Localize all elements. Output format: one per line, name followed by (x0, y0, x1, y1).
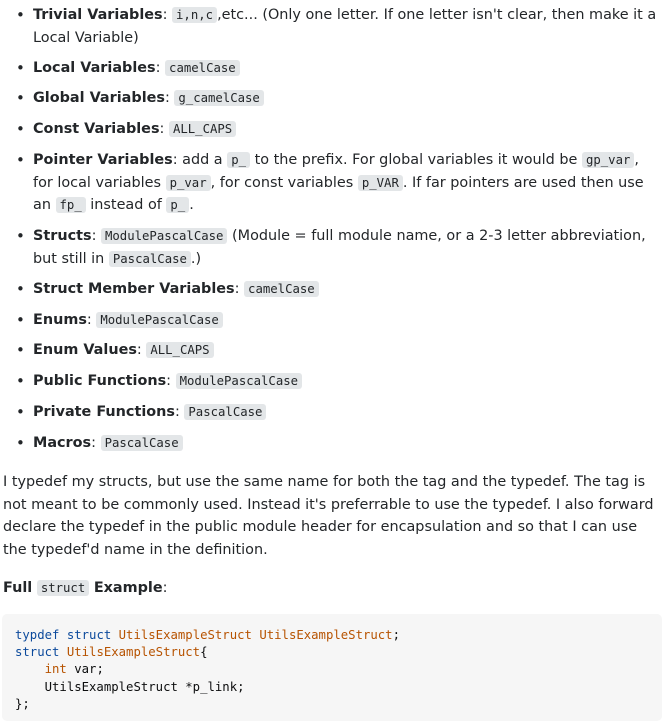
rule-title: Trivial Variables (33, 7, 163, 23)
inline-code: ModulePascalCase (175, 373, 303, 389)
code-keyword: int (44, 662, 67, 677)
code-punct: ; (392, 628, 400, 642)
inline-code: p_var (165, 174, 211, 191)
code-keyword: struct (15, 645, 60, 660)
bullet-icon: • (16, 403, 25, 421)
bullet-icon: • (16, 434, 25, 452)
example-heading: Full struct Example: (3, 577, 662, 600)
inline-code: ALL_CAPS (146, 342, 214, 358)
bullet-icon: • (16, 227, 25, 245)
inline-code: PascalCase (100, 435, 183, 451)
heading-text: Example (93, 580, 163, 596)
inline-code: camelCase (165, 60, 240, 76)
list-item: • Const Variables: ALL_CAPS (16, 118, 662, 141)
list-item: • Private Functions: PascalCase (16, 401, 662, 424)
rule-title: Public Functions (33, 373, 167, 389)
code-line: typdef struct UtilsExampleStruct UtilsEx… (15, 628, 400, 642)
list-item: • Struct Member Variables: camelCase (16, 278, 662, 301)
code-line: int var; (15, 662, 104, 676)
code-line: UtilsExampleStruct *p_link; (15, 679, 245, 694)
answer-content: • Trivial Variables: i,n,c ,etc... (Only … (0, 0, 670, 721)
heading-colon: : (162, 580, 168, 596)
inline-code: i,n,c (172, 7, 218, 23)
rule-title: Structs (33, 228, 92, 244)
bullet-icon: • (16, 372, 25, 390)
inline-code: gp_var (581, 152, 635, 168)
inline-code: ALL_CAPS (168, 121, 237, 137)
inline-code: p_VAR (357, 174, 403, 191)
code-type: UtilsExampleStruct (66, 645, 201, 660)
rule-title: Local Variables (33, 60, 156, 76)
rule-title: Enums (33, 312, 87, 328)
list-item: • Global Variables: g_camelCase (16, 87, 662, 110)
bullet-icon: • (16, 341, 25, 359)
rule-title: Const Variables (33, 121, 160, 137)
inline-code: g_camelCase (174, 90, 264, 106)
inline-code: ModulePascalCase (101, 228, 228, 244)
inline-code: camelCase (244, 281, 319, 297)
bullet-icon: • (16, 151, 25, 169)
code-keyword: typdef (15, 628, 60, 642)
list-item: • Public Functions: ModulePascalCase (16, 370, 662, 393)
rule-text: to the prefix. For global variables it w… (250, 152, 582, 168)
rule-text: instead of (85, 197, 167, 213)
inline-code: struct (36, 580, 90, 596)
rule-title: Pointer Variables (33, 152, 173, 168)
bullet-icon: • (16, 280, 25, 298)
bullet-icon: • (16, 89, 25, 107)
bullet-icon: • (16, 59, 25, 77)
bullet-icon: • (16, 311, 25, 329)
code-keyword: struct (66, 628, 112, 642)
inline-code: PascalCase (108, 250, 191, 267)
code-block: typdef struct UtilsExampleStruct UtilsEx… (2, 614, 662, 721)
rule-text: : add a (172, 152, 228, 168)
inline-code: ModulePascalCase (96, 312, 223, 328)
bullet-icon: • (16, 6, 25, 24)
rule-text: , for const variables (210, 174, 358, 191)
list-item: • Local Variables: camelCase (16, 57, 662, 80)
rule-title: Enum Values (33, 342, 137, 358)
inline-code: p_ (227, 152, 251, 168)
code-line: }; (15, 696, 30, 711)
code-type: UtilsExampleStruct (259, 628, 393, 642)
list-item: • Structs: ModulePascalCase (Module = fu… (16, 227, 646, 267)
rule-title: Struct Member Variables (33, 281, 235, 297)
typedef-paragraph: I typedef my structs, but use the same n… (3, 474, 654, 558)
rule-title: Private Functions (33, 404, 175, 420)
code-text: var; (66, 662, 104, 677)
list-item: • Macros: PascalCase (16, 432, 662, 455)
rule-title: Macros (33, 435, 92, 451)
code-punct: { (200, 645, 208, 660)
rule-text: .) (190, 250, 202, 267)
code-line: struct UtilsExampleStruct{ (15, 645, 208, 659)
bullet-icon: • (16, 120, 25, 138)
code-type: UtilsExampleStruct (118, 628, 252, 642)
list-item: • Trivial Variables: i,n,c ,etc... (Only … (16, 6, 657, 46)
inline-code: fp_ (55, 197, 86, 213)
inline-code: p_ (166, 197, 190, 213)
list-item: • Enum Values: ALL_CAPS (16, 339, 662, 362)
rule-title: Global Variables (33, 90, 165, 106)
rule-text: . (189, 197, 194, 213)
list-item: • Pointer Variables: add a p_ to the pre… (16, 149, 662, 217)
list-item: • Enums: ModulePascalCase (16, 309, 662, 332)
heading-text: Full (3, 580, 33, 596)
inline-code: PascalCase (184, 404, 267, 420)
